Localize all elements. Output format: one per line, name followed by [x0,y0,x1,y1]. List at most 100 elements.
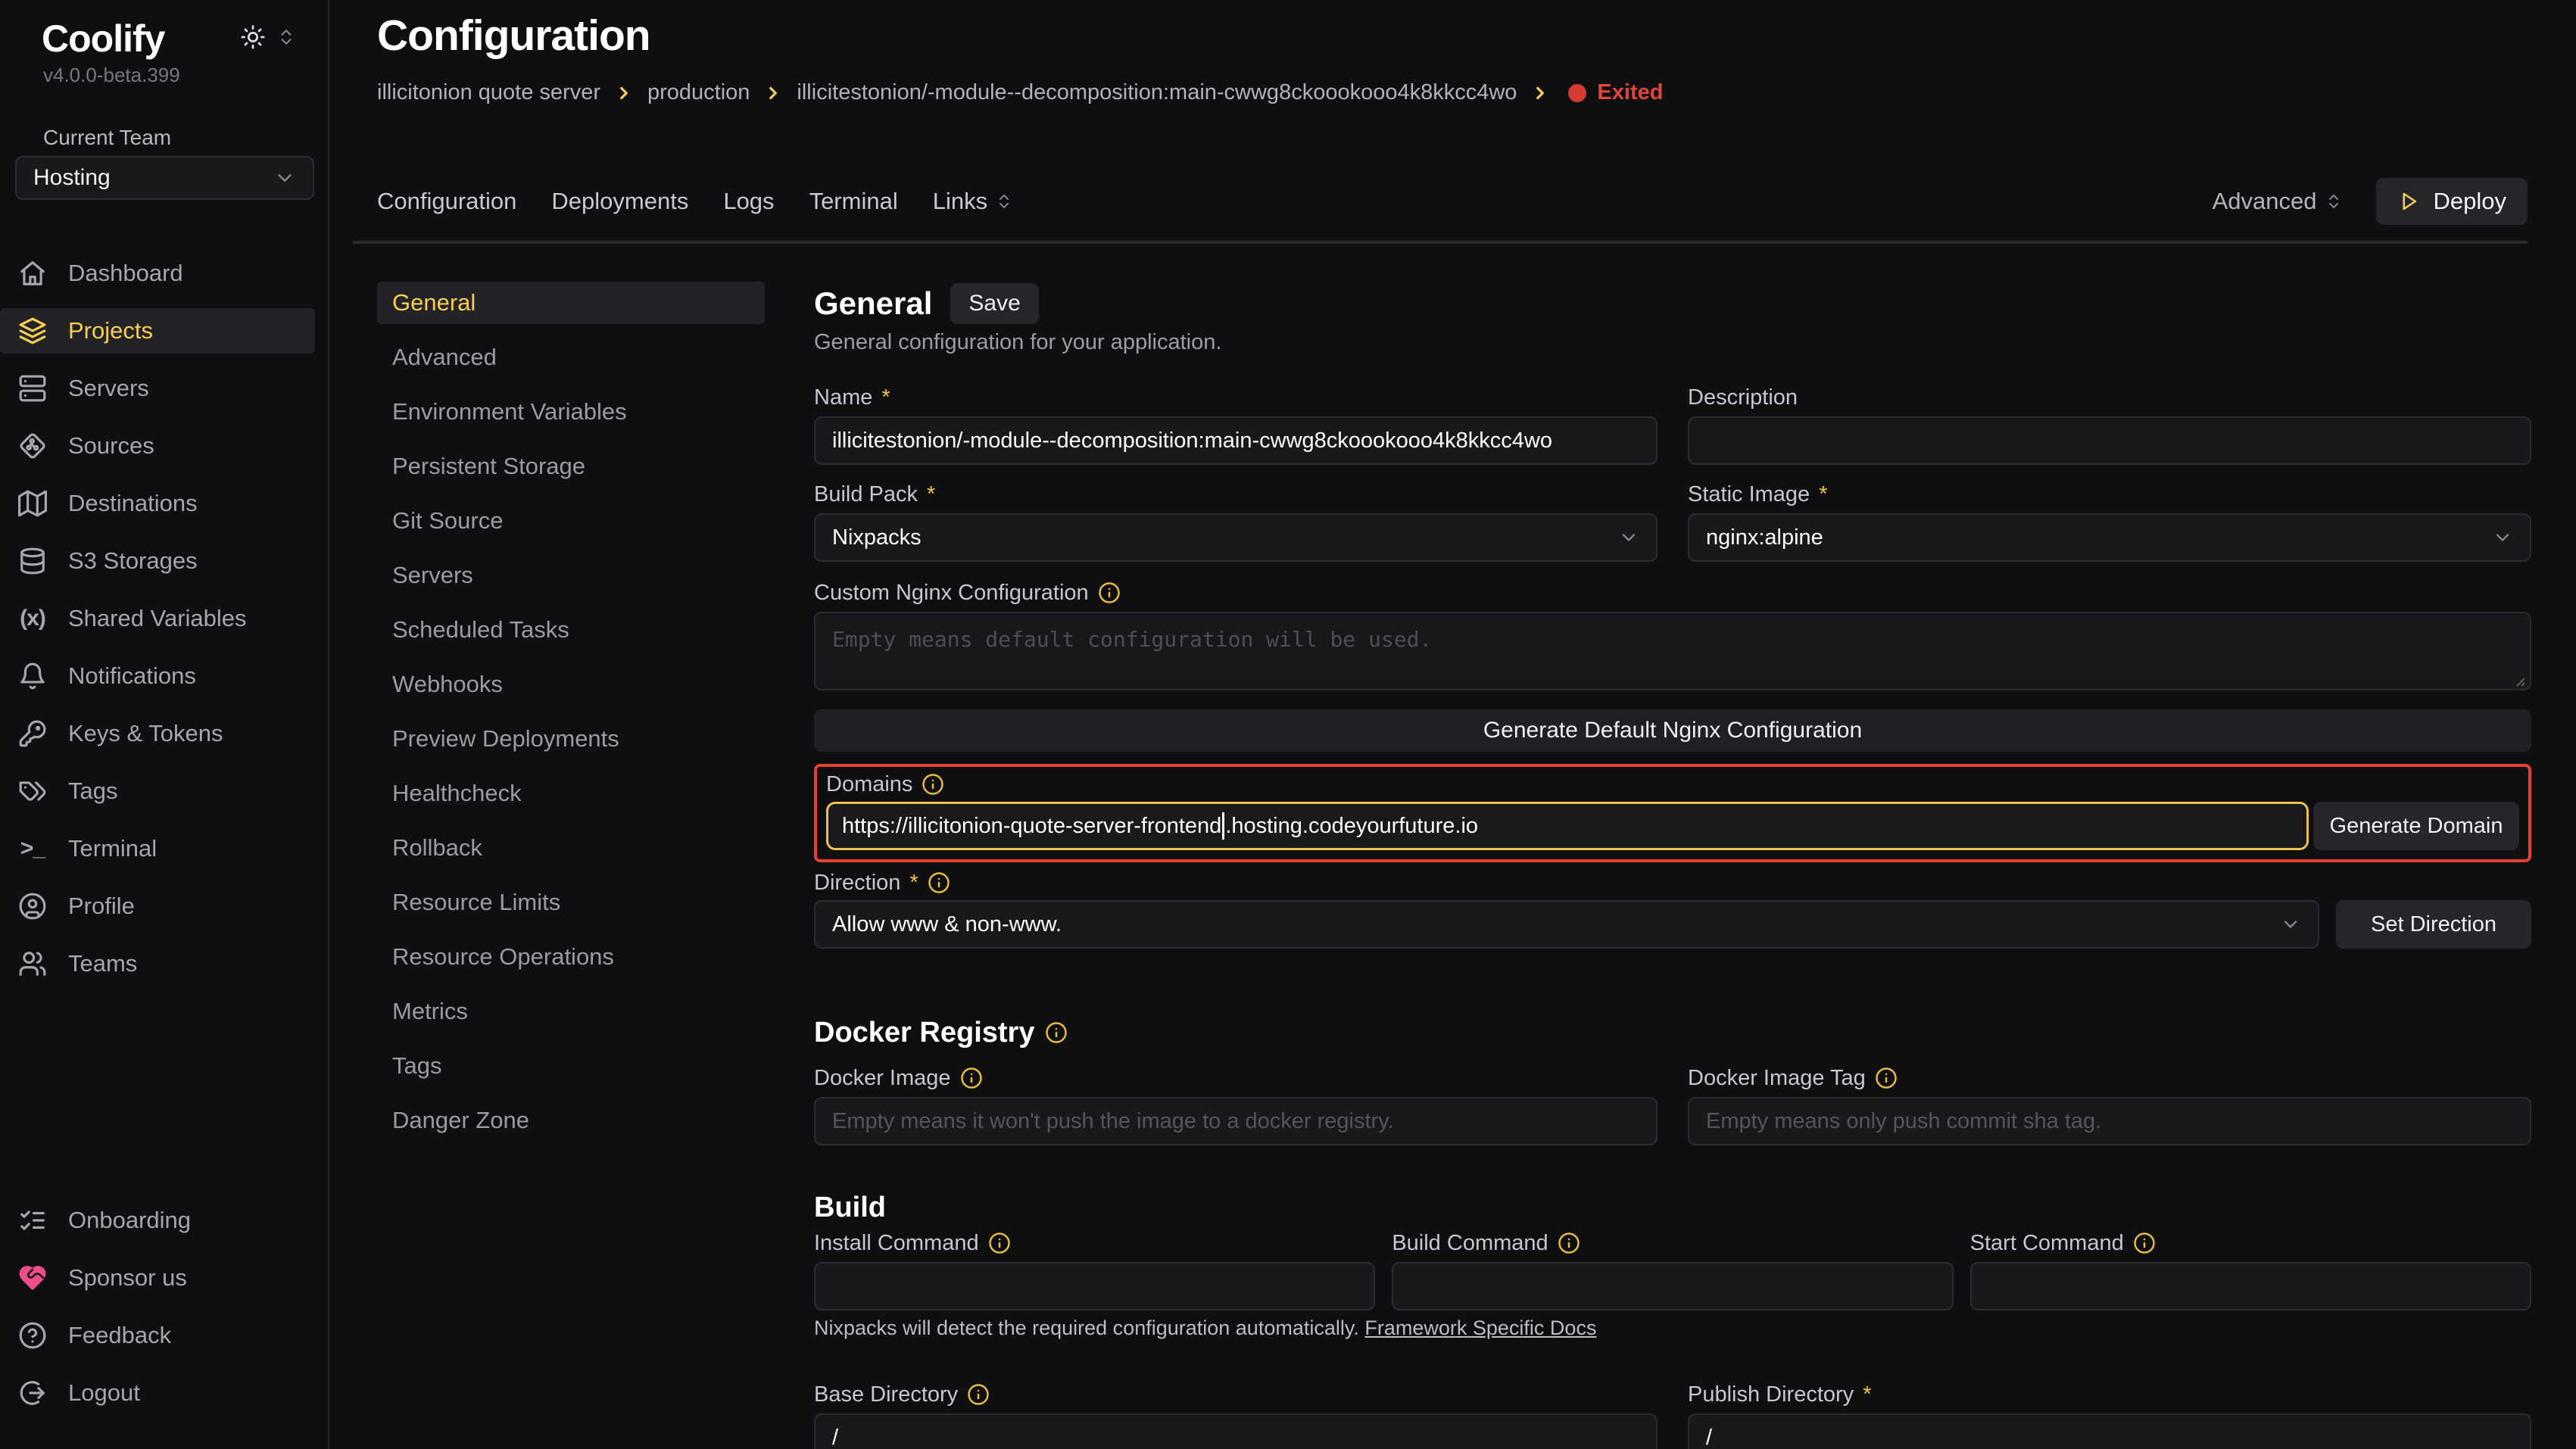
sidebar-item-label: Sources [68,432,154,460]
theme-toggle-sun-icon[interactable] [240,24,266,50]
subnav-item-persistent-storage[interactable]: Persistent Storage [377,445,765,488]
section-title-general: General [814,285,932,322]
subnav-item-resource-operations[interactable]: Resource Operations [377,936,765,978]
tab-logs[interactable]: Logs [723,188,774,215]
sidebar-item-notifications[interactable]: Notifications [0,653,328,699]
help-icon [18,1321,47,1350]
info-icon [928,871,950,894]
name-input[interactable] [814,416,1658,465]
status-text: Exited [1597,80,1663,105]
sidebar-item-label: Servers [68,375,149,402]
sidebar-item-label: Teams [68,950,137,977]
git-source-icon [18,432,47,460]
build-command-label: Build Command [1392,1231,1548,1256]
terminal-icon: >_ [18,834,47,863]
chevron-right-icon [614,83,634,103]
sidebar-item-logout[interactable]: Logout [0,1370,328,1416]
variable-icon: (x) [18,604,47,633]
save-button[interactable]: Save [950,283,1038,324]
sidebar-item-onboarding[interactable]: Onboarding [0,1198,328,1243]
resize-handle[interactable] [2513,675,2525,687]
base-directory-input[interactable] [814,1413,1658,1449]
generate-domain-button[interactable]: Generate Domain [2313,802,2519,850]
nginx-config-label: Custom Nginx Configuration [814,581,1089,606]
theme-select-chevrons-icon[interactable] [276,27,296,47]
sidebar-item-sponsor-us[interactable]: Sponsor us [0,1255,328,1301]
sidebar-item-shared-variables[interactable]: (x) Shared Variables [0,596,328,641]
nginx-config-textarea[interactable] [814,612,2531,690]
subnav-item-healthcheck[interactable]: Healthcheck [377,772,765,815]
heart-icon [18,1264,47,1292]
subnav-item-servers[interactable]: Servers [377,554,765,597]
users-icon [18,949,47,978]
sidebar-item-label: S3 Storages [68,547,198,575]
sidebar-item-servers[interactable]: Servers [0,366,328,411]
subnav-item-metrics[interactable]: Metrics [377,990,765,1033]
breadcrumb-environment[interactable]: production [647,80,750,105]
current-team-label: Current Team [43,126,171,150]
required-asterisk: * [881,385,890,410]
sidebar-item-projects[interactable]: Projects [0,308,315,354]
app-version: v4.0.0-beta.399 [43,64,180,87]
tab-links[interactable]: Links [933,188,1013,215]
tab-terminal[interactable]: Terminal [809,188,898,215]
generate-nginx-button[interactable]: Generate Default Nginx Configuration [814,709,2531,752]
build-command-input[interactable] [1392,1262,1953,1310]
subnav-item-scheduled-tasks[interactable]: Scheduled Tasks [377,609,765,651]
sidebar-item-keys-tokens[interactable]: Keys & Tokens [0,711,328,756]
sidebar-item-s3-storages[interactable]: S3 Storages [0,538,328,584]
tab-deployments[interactable]: Deployments [551,188,688,215]
server-icon [18,374,47,403]
subnav-item-general[interactable]: General [377,282,765,324]
config-subnav: General Advanced Environment Variables P… [377,282,765,1154]
breadcrumb-resource[interactable]: illicitestonion/-module--decomposition:m… [797,80,1517,105]
docker-image-tag-input[interactable] [1688,1097,2531,1145]
info-icon [960,1067,983,1089]
install-command-input[interactable] [814,1262,1375,1310]
info-icon [922,773,944,796]
sidebar-item-label: Logout [68,1379,140,1407]
subnav-item-rollback[interactable]: Rollback [377,827,765,869]
breadcrumb-project[interactable]: illicitonion quote server [377,80,600,105]
required-asterisk: * [1819,482,1827,507]
sidebar-item-feedback[interactable]: Feedback [0,1313,328,1358]
sidebar-item-teams[interactable]: Teams [0,941,328,986]
subnav-item-environment-variables[interactable]: Environment Variables [377,391,765,433]
tags-icon [18,777,47,806]
docker-image-input[interactable] [814,1097,1658,1145]
sidebar-item-sources[interactable]: Sources [0,423,328,469]
general-form: General Save General configuration for y… [814,282,2531,1449]
advanced-dropdown[interactable]: Advanced [2213,188,2343,215]
domains-input[interactable]: https://illicitonion-quote-server-fronte… [826,802,2309,850]
subnav-item-git-source[interactable]: Git Source [377,500,765,542]
sidebar-item-destinations[interactable]: Destinations [0,481,328,526]
publish-directory-input[interactable] [1688,1413,2531,1449]
subnav-item-preview-deployments[interactable]: Preview Deployments [377,718,765,760]
build-pack-value: Nixpacks [832,525,922,550]
build-pack-select[interactable]: Nixpacks [814,513,1658,562]
subnav-item-resource-limits[interactable]: Resource Limits [377,881,765,924]
subnav-item-danger-zone[interactable]: Danger Zone [377,1099,765,1142]
domains-fieldset: Domains https://illicitonion-quote-serve… [814,764,2531,862]
subnav-item-tags[interactable]: Tags [377,1045,765,1087]
publish-directory-label: Publish Directory [1688,1382,1854,1407]
info-icon [1875,1067,1898,1089]
sidebar-item-dashboard[interactable]: Dashboard [0,251,328,296]
deploy-button[interactable]: Deploy [2376,178,2528,225]
static-image-select[interactable]: nginx:alpine [1688,513,2531,562]
direction-select[interactable]: Allow www & non-www. [814,900,2319,949]
subnav-item-advanced[interactable]: Advanced [377,336,765,379]
sidebar-item-terminal[interactable]: >_ Terminal [0,826,328,871]
framework-docs-link[interactable]: Framework Specific Docs [1364,1317,1596,1339]
start-command-input[interactable] [1970,1262,2531,1310]
sidebar-item-profile[interactable]: Profile [0,883,328,929]
description-input[interactable] [1688,416,2531,465]
team-select[interactable]: Hosting [15,156,314,200]
sidebar-item-tags[interactable]: Tags [0,768,328,814]
tab-configuration[interactable]: Configuration [377,188,516,215]
user-icon [18,892,47,921]
set-direction-button[interactable]: Set Direction [2336,900,2531,949]
subnav-item-webhooks[interactable]: Webhooks [377,663,765,706]
sidebar-item-label: Feedback [68,1322,171,1349]
domains-value-after-cursor: .hosting.codeyourfuture.io [1225,814,1478,839]
